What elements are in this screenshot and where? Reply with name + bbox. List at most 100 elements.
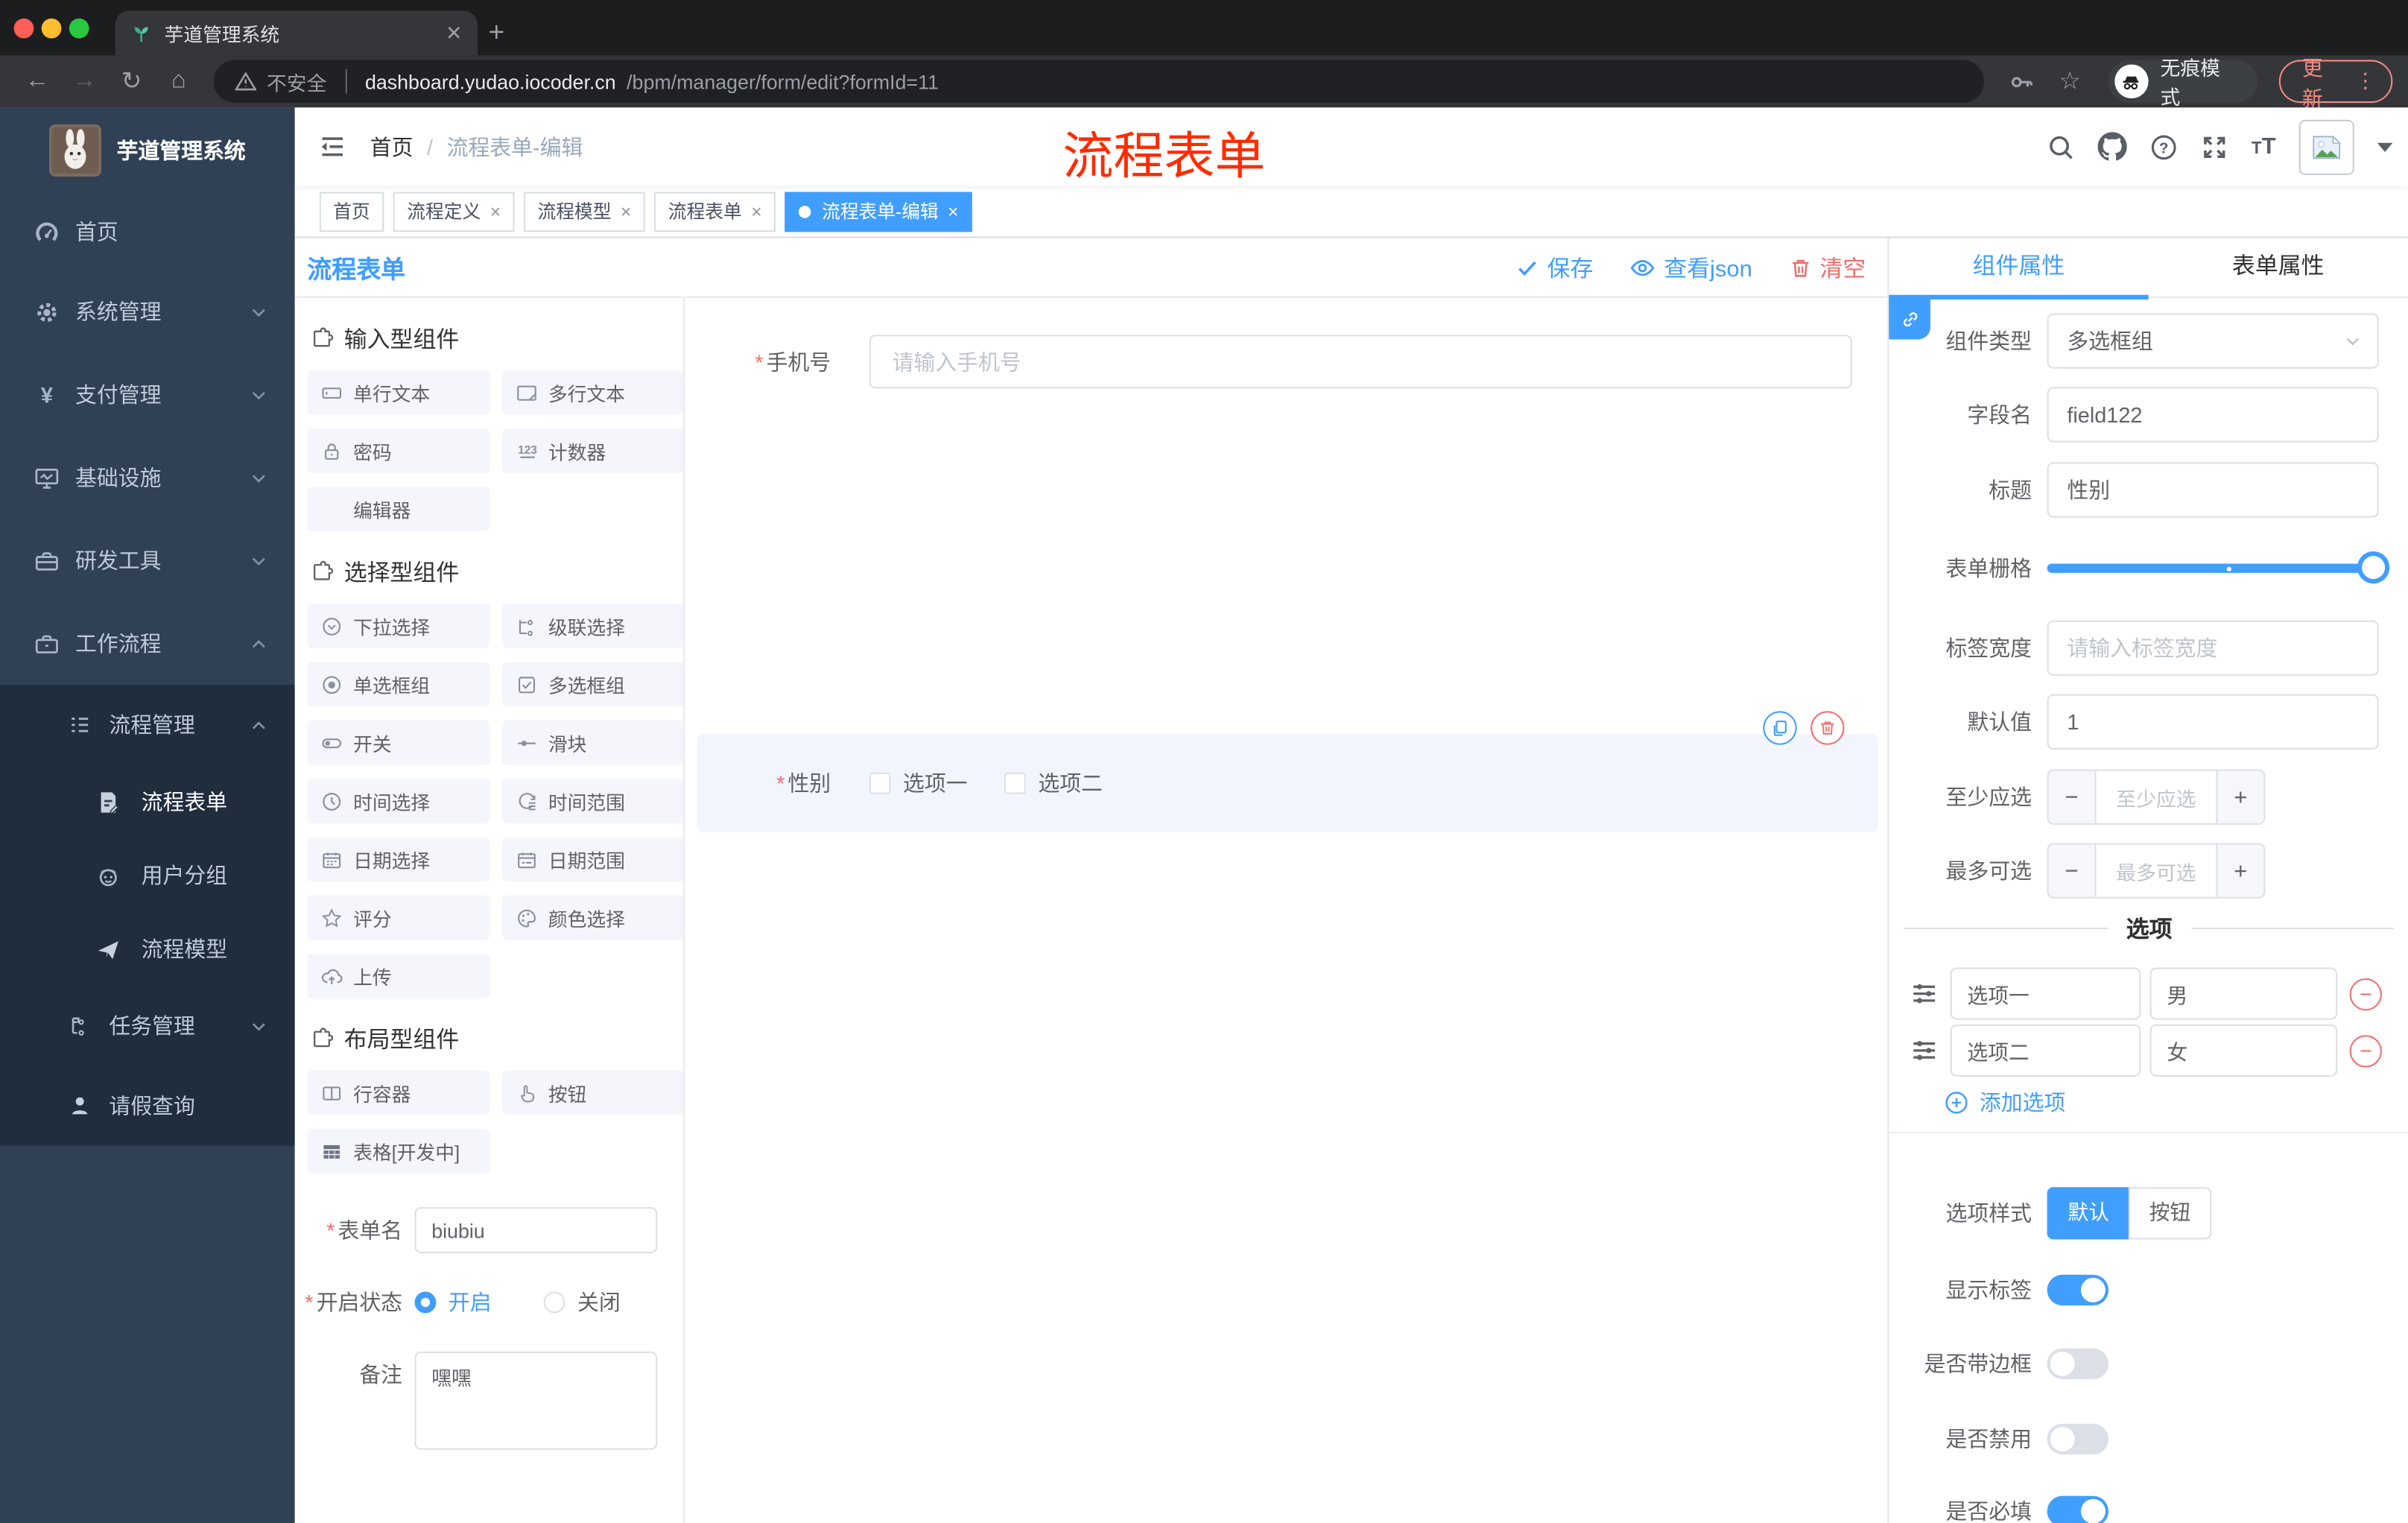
palette-item-date-range[interactable]: 日期范围 <box>502 837 684 882</box>
gender-option2-label[interactable]: 选项二 <box>1038 768 1103 799</box>
tag-close-icon[interactable]: × <box>490 200 501 222</box>
gender-option1-label[interactable]: 选项一 <box>903 768 968 799</box>
copy-component-button[interactable] <box>1763 711 1797 745</box>
browser-tab[interactable]: 芋道管理系统 ✕ <box>115 10 478 56</box>
traffic-light-zoom[interactable] <box>69 18 89 39</box>
option-text-input[interactable] <box>1950 1024 2141 1077</box>
palette-item-counter[interactable]: 123 计数器 <box>502 428 684 473</box>
option-text-input[interactable] <box>1950 967 2141 1020</box>
fullscreen-icon[interactable] <box>2201 133 2228 160</box>
tab-component-props[interactable]: 组件属性 <box>1889 238 2149 300</box>
sidebar-item-home[interactable]: 首页 <box>0 194 295 270</box>
add-option-button[interactable]: 添加选项 <box>1889 1087 2065 1118</box>
save-button[interactable]: 保存 <box>1516 251 1593 283</box>
selected-component-gender[interactable]: * 性别 选项一 选项二 <box>697 711 1878 833</box>
required-toggle[interactable] <box>2047 1495 2109 1523</box>
gender-option1-checkbox[interactable] <box>869 772 891 794</box>
option-value-input[interactable] <box>2149 967 2338 1020</box>
tag-process-definition[interactable]: 流程定义 × <box>393 191 515 232</box>
palette-item-select[interactable]: 下拉选择 <box>307 604 490 648</box>
url-bar[interactable]: 不安全 dashboard.yudao.iocoder.cn/bpm/manag… <box>212 60 1984 104</box>
sidebar-item-system[interactable]: 系统管理 <box>0 270 295 353</box>
tag-process-model[interactable]: 流程模型 × <box>523 191 645 232</box>
palette-item-slider[interactable]: 滑块 <box>502 720 684 765</box>
disabled-toggle[interactable] <box>2047 1423 2109 1454</box>
palette-item-single-line-text[interactable]: 单行文本 <box>307 370 490 415</box>
palette-item-radio-group[interactable]: 单选框组 <box>307 662 490 707</box>
browser-update-button[interactable]: 更新 ⋮ <box>2278 57 2393 110</box>
tab-close-icon[interactable]: ✕ <box>446 21 462 45</box>
tag-process-form-edit[interactable]: 流程表单-编辑 × <box>785 191 972 232</box>
palette-item-color-picker[interactable]: 颜色选择 <box>502 895 684 940</box>
slider-thumb[interactable] <box>2357 551 2390 584</box>
bookmark-star-icon[interactable]: ☆ <box>2059 66 2081 97</box>
view-json-button[interactable]: 查看json <box>1630 251 1752 283</box>
tag-close-icon[interactable]: × <box>621 200 631 222</box>
tag-close-icon[interactable]: × <box>948 200 958 222</box>
form-name-input[interactable] <box>414 1207 658 1253</box>
field-name-input[interactable] <box>2047 387 2379 443</box>
reload-button[interactable]: ↻ <box>110 66 153 97</box>
remove-option-button[interactable]: − <box>2349 977 2382 1010</box>
phone-input[interactable] <box>869 335 1852 389</box>
sidebar-item-dev-tools[interactable]: 研发工具 <box>0 519 295 602</box>
sidebar-item-process-model[interactable]: 流程模型 <box>0 912 295 986</box>
palette-item-password[interactable]: 密码 <box>307 428 490 473</box>
radio-on[interactable] <box>414 1291 437 1314</box>
delete-component-button[interactable] <box>1810 711 1845 745</box>
palette-item-time-range[interactable]: 时间范围 <box>502 779 684 823</box>
component-type-select[interactable]: 多选框组 <box>2047 313 2379 369</box>
help-icon[interactable]: ? <box>2150 133 2178 160</box>
tag-process-form[interactable]: 流程表单 × <box>654 191 776 232</box>
radio-on-label[interactable]: 开启 <box>449 1287 492 1317</box>
home-button[interactable]: ⌂ <box>156 68 200 95</box>
border-toggle[interactable] <box>2047 1348 2109 1379</box>
form-canvas[interactable]: *手机号 *性别 选项一 选项二 <box>685 297 1888 1523</box>
sidebar-item-process-management[interactable]: 流程管理 <box>0 685 295 764</box>
style-default-button[interactable]: 默认 <box>2047 1187 2130 1240</box>
remove-option-button[interactable]: − <box>2349 1034 2382 1067</box>
avatar[interactable] <box>2298 118 2354 174</box>
palette-item-switch[interactable]: 开关 <box>307 720 490 765</box>
palette-item-editor[interactable]: 编辑器 <box>307 487 490 532</box>
github-icon[interactable] <box>2097 132 2127 161</box>
sidebar-item-process-form[interactable]: 流程表单 <box>0 764 295 838</box>
font-size-icon[interactable]: TT <box>2252 133 2276 159</box>
palette-item-cascader[interactable]: 级联选择 <box>502 604 684 648</box>
drag-handle-icon[interactable] <box>1910 980 1938 1007</box>
avatar-caret-icon[interactable] <box>2377 142 2393 152</box>
min-select-value[interactable]: 至少应选 <box>2097 771 2217 823</box>
tag-close-icon[interactable]: × <box>751 200 761 222</box>
max-select-value[interactable]: 最多可选 <box>2097 845 2217 897</box>
show-label-toggle[interactable] <box>2047 1274 2109 1306</box>
palette-item-table[interactable]: 表格[开发中] <box>307 1128 490 1174</box>
gender-option2-checkbox[interactable] <box>1004 772 1026 794</box>
stepper-plus-button[interactable]: + <box>2216 770 2264 823</box>
stepper-plus-button[interactable]: + <box>2216 844 2264 897</box>
hamburger-icon[interactable] <box>295 132 370 161</box>
label-width-input[interactable] <box>2047 620 2379 676</box>
palette-item-button[interactable]: 按钮 <box>502 1070 684 1115</box>
sidebar-item-payment[interactable]: ¥ 支付管理 <box>0 353 295 436</box>
palette-item-date-picker[interactable]: 日期选择 <box>307 837 490 882</box>
browser-menu-icon[interactable]: ⋮ <box>2355 69 2376 94</box>
form-remark-textarea[interactable]: 嘿嘿 <box>414 1351 658 1450</box>
password-key-icon[interactable] <box>2008 69 2034 95</box>
tab-form-props[interactable]: 表单属性 <box>2149 238 2408 296</box>
sidebar-item-infrastructure[interactable]: 基础设施 <box>0 436 295 519</box>
option-value-input[interactable] <box>2149 1024 2338 1077</box>
palette-item-rate[interactable]: 评分 <box>307 895 490 940</box>
radio-off-label[interactable]: 关闭 <box>577 1287 621 1317</box>
stepper-minus-button[interactable]: − <box>2048 844 2097 897</box>
back-button[interactable]: ← <box>16 68 60 95</box>
style-button-button[interactable]: 按钮 <box>2128 1187 2212 1240</box>
stepper-minus-button[interactable]: − <box>2048 770 2097 823</box>
sidebar-item-leave-query[interactable]: 请假查询 <box>0 1066 295 1145</box>
app-logo[interactable]: 芋道管理系统 <box>0 107 295 193</box>
clear-button[interactable]: 清空 <box>1789 251 1866 283</box>
palette-item-time-picker[interactable]: 时间选择 <box>307 779 490 823</box>
palette-item-upload[interactable]: 上传 <box>307 954 490 998</box>
search-icon[interactable] <box>2047 133 2075 160</box>
title-input[interactable] <box>2047 462 2379 518</box>
new-tab-button[interactable]: + <box>488 14 504 51</box>
